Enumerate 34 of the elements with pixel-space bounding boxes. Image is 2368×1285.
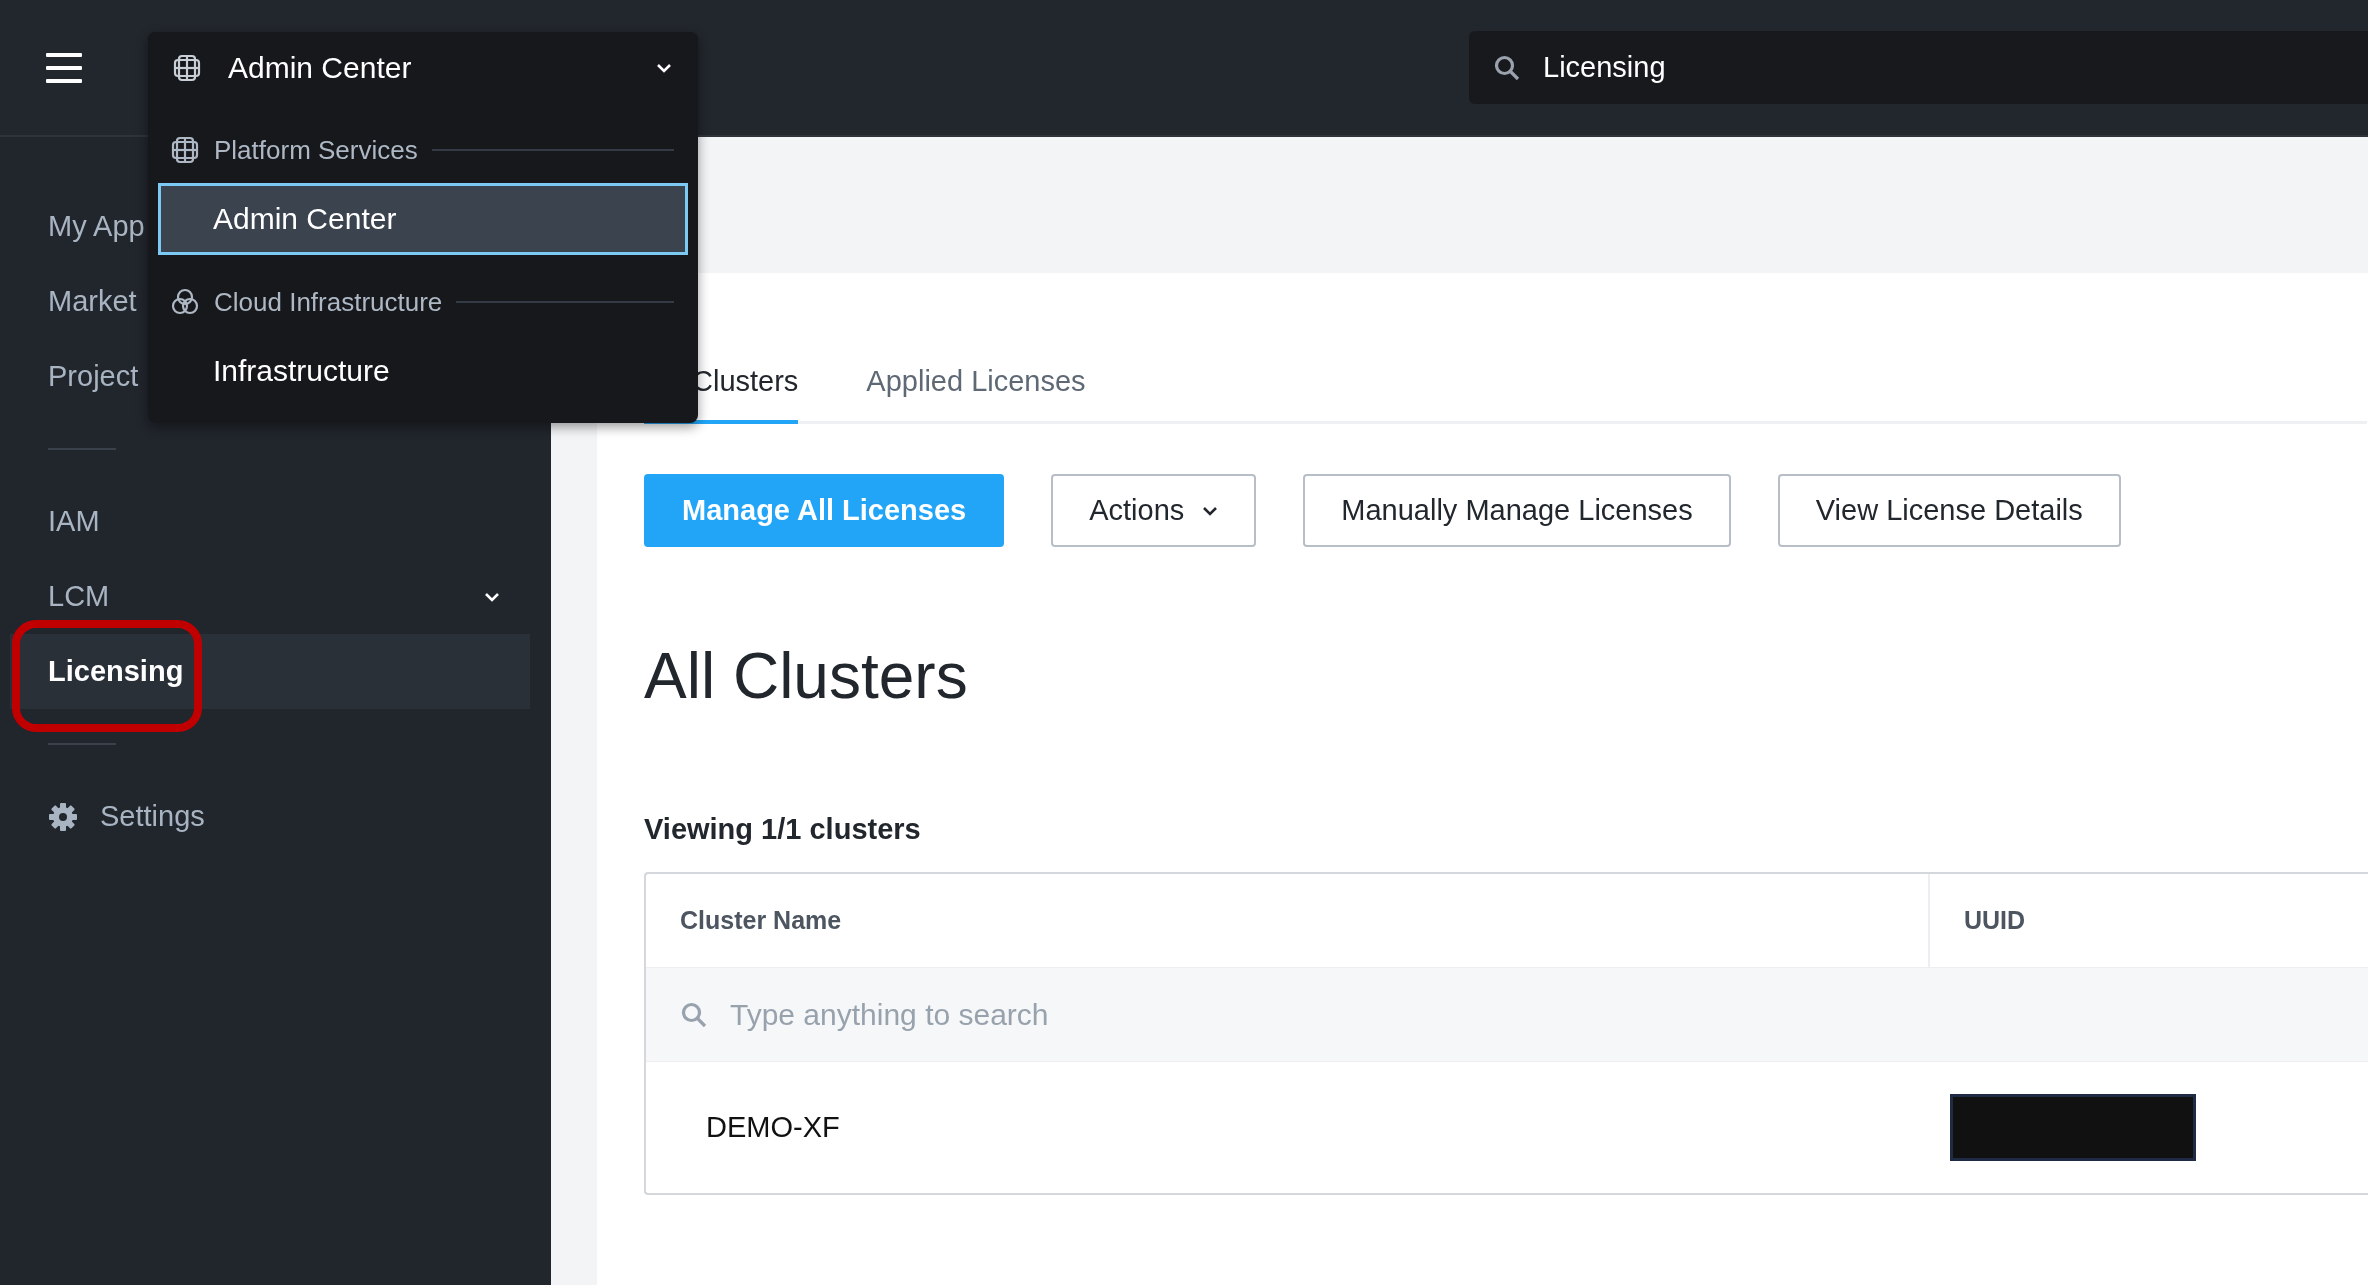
rings-icon (170, 287, 200, 317)
table-cell: DEMO-XF (706, 1111, 840, 1143)
menu-item[interactable]: Infrastructure (158, 335, 688, 407)
dropdown-button[interactable]: Actions (1051, 474, 1257, 547)
caret-icon (1202, 505, 1219, 516)
action-button[interactable]: View License Details (1777, 474, 2121, 547)
tab[interactable]: Applied Licenses (844, 353, 1108, 424)
sidebar-item[interactable]: LCM (10, 559, 530, 634)
table-caption: Viewing 1/1 clusters (644, 813, 922, 846)
page-heading: All Clusters (644, 639, 969, 713)
sidebar-label: LCM (48, 580, 110, 613)
grid-icon (172, 52, 202, 83)
menu-icon[interactable] (46, 52, 82, 83)
group-label: Cloud Infrastructure (214, 286, 443, 318)
filter-field[interactable]: Type anything to search (728, 996, 1732, 1033)
action-button[interactable]: Manually Manage Licenses (1303, 474, 1731, 547)
sidebar-label: Licensing (48, 655, 184, 688)
search-field[interactable]: Licensing (1541, 50, 2245, 85)
menu-item[interactable]: Admin Center (158, 183, 688, 255)
sidebar-item[interactable]: Settings (10, 779, 530, 854)
sidebar-label: Settings (100, 800, 205, 833)
search-bar[interactable]: Licensing (1469, 31, 2368, 104)
sidebar-label: IAM (48, 505, 100, 538)
search-icon (680, 1000, 708, 1029)
grid-icon (170, 135, 200, 165)
filter-bar[interactable]: Type anything to search (646, 967, 2368, 1062)
caret-icon (656, 62, 672, 73)
group-label: Platform Services (214, 134, 418, 166)
column-header: UUID (1963, 905, 2027, 936)
sidebar-item[interactable]: Licensing (10, 634, 530, 709)
gear-icon (48, 801, 78, 832)
search-icon (1493, 53, 1521, 82)
app-switcher[interactable]: Admin Center (148, 32, 698, 103)
sidebar-item[interactable]: IAM (10, 484, 530, 559)
